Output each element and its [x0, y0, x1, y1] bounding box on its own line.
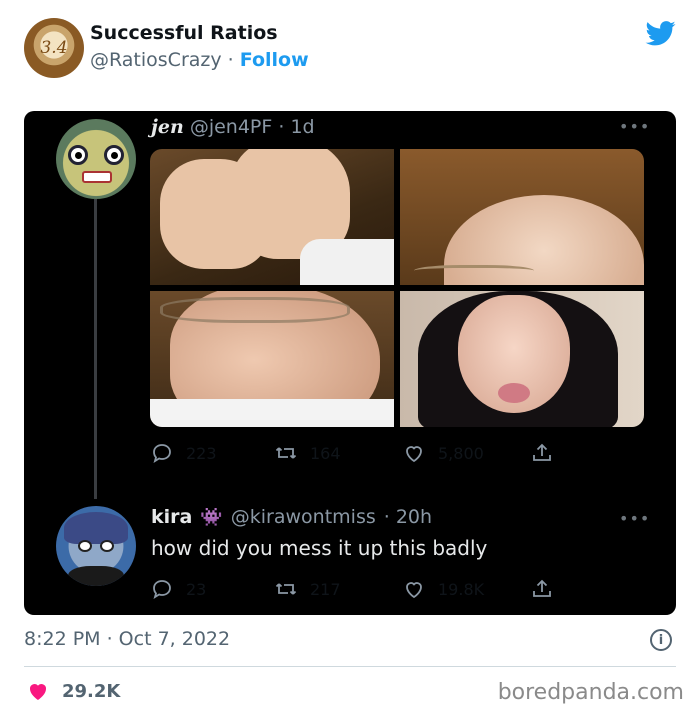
- reply-action[interactable]: 223: [150, 441, 217, 465]
- share-action[interactable]: [530, 441, 554, 465]
- jen-avatar: [56, 119, 136, 199]
- watermark: boredpanda.com: [497, 680, 684, 705]
- like-icon: [406, 446, 422, 463]
- retweet-icon: [275, 447, 297, 459]
- share-action-2[interactable]: [530, 577, 554, 601]
- author-avatar-text: 3.4: [40, 38, 68, 58]
- kira-name: kira: [151, 506, 193, 528]
- info-icon[interactable]: i: [650, 629, 672, 651]
- avatar-teeth: [82, 171, 112, 183]
- kira-meta: kira 👾 @kirawontmiss · 20h: [151, 506, 432, 528]
- photo-face: [150, 291, 394, 427]
- like-button[interactable]: 29.2K: [26, 679, 120, 703]
- reply-count: 223: [186, 443, 217, 463]
- author-display-name[interactable]: Successful Ratios: [90, 22, 278, 44]
- kira-avatar: [56, 506, 136, 586]
- tweet-timestamp[interactable]: 8:22 PM · Oct 7, 2022: [24, 628, 230, 650]
- jen-handle: @jen4PF: [189, 116, 273, 138]
- heart-icon: [29, 684, 47, 700]
- twitter-bird-icon[interactable]: [645, 18, 677, 48]
- photo-girl: [400, 291, 644, 427]
- like-count: 5,800: [438, 443, 484, 463]
- handle-separator: ·: [227, 49, 234, 71]
- more-icon-2: •••: [619, 509, 651, 528]
- reply-count-2: 23: [186, 579, 207, 599]
- avatar-eye-right: [104, 145, 124, 165]
- thread-line: [94, 199, 97, 499]
- share-icon: [533, 443, 551, 461]
- like-action-2[interactable]: 19.8K: [402, 577, 484, 601]
- retweet-count: 164: [310, 443, 341, 463]
- retweet-action-2[interactable]: 217: [274, 577, 341, 601]
- reply-icon: [153, 444, 171, 463]
- divider: [24, 666, 676, 667]
- retweet-count-2: 217: [310, 579, 341, 599]
- tweet-card: 3.4 Successful Ratios @RatiosCrazy · Fol…: [0, 0, 700, 719]
- like-count-total: 29.2K: [62, 680, 121, 702]
- jen-meta: jen @jen4PF · 1d: [151, 116, 315, 138]
- kira-age: · 20h: [383, 506, 433, 528]
- author-handle[interactable]: @RatiosCrazy: [90, 49, 222, 71]
- jen-age: · 1d: [278, 116, 315, 138]
- share-icon: [533, 579, 551, 597]
- author-handle-row: @RatiosCrazy · Follow: [90, 49, 309, 71]
- like-action[interactable]: 5,800: [402, 441, 484, 465]
- embedded-screenshot: jen @jen4PF · 1d ••• 223 164 5,800 kira …: [24, 111, 676, 615]
- photo-head-top: [400, 149, 644, 285]
- retweet-action[interactable]: 164: [274, 441, 341, 465]
- avatar-eye-left: [68, 145, 88, 165]
- follow-button[interactable]: Follow: [240, 49, 309, 71]
- retweet-icon: [275, 583, 297, 595]
- reply-action-2[interactable]: 23: [150, 577, 206, 601]
- like-count-2: 19.8K: [438, 579, 485, 599]
- jen-name: jen: [151, 116, 184, 138]
- like-icon: [406, 582, 422, 599]
- more-icon: •••: [619, 117, 651, 136]
- space-invader-icon: 👾: [200, 506, 223, 528]
- kira-handle: @kirawontmiss: [230, 506, 376, 528]
- reply-icon: [153, 580, 171, 599]
- author-avatar[interactable]: 3.4: [24, 18, 84, 78]
- kira-tweet-text: how did you mess it up this badly: [151, 536, 488, 560]
- photo-hands: [150, 149, 394, 285]
- image-grid: [150, 149, 644, 427]
